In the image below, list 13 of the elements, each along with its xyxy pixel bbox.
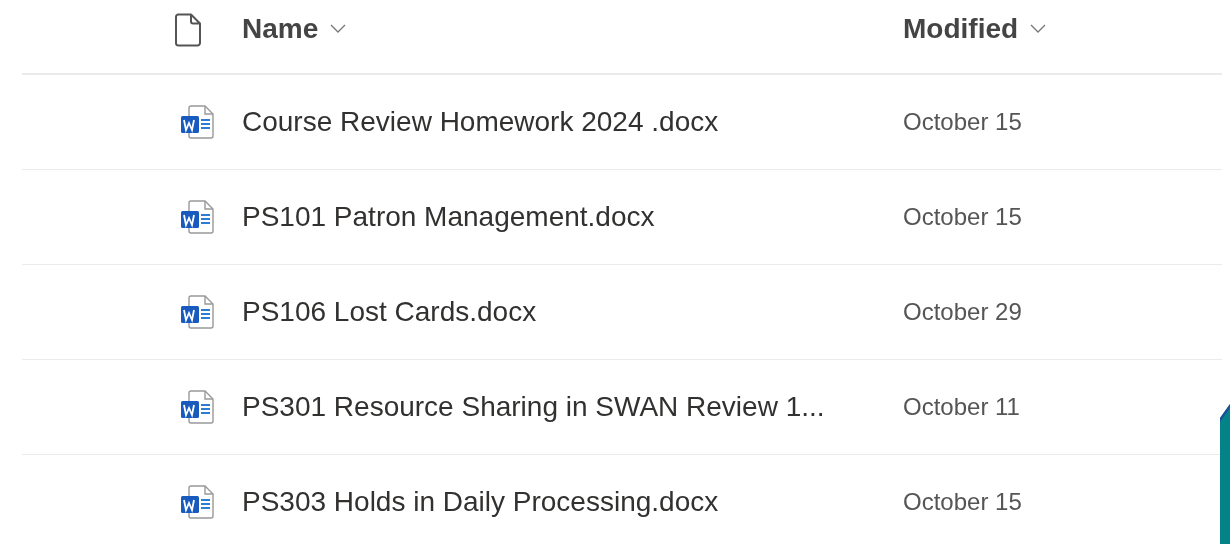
modified-date: October 15 — [903, 108, 1022, 136]
column-header[interactable]: Name — [242, 12, 347, 45]
file-name-link[interactable]: Course Review Homework 2024 .docx — [242, 106, 719, 138]
modified-date: October 29 — [903, 298, 1022, 326]
file-name-link[interactable]: PS106 Lost Cards.docx — [242, 296, 537, 328]
file-name-link[interactable]: PS303 Holds in Daily Processing.docx — [242, 486, 719, 518]
modified-date: October 15 — [903, 488, 1022, 516]
file-name-link[interactable]: PS101 Patron Management.docx — [242, 201, 655, 233]
modified-date: October 15 — [903, 203, 1022, 231]
file-type-icon — [174, 12, 202, 47]
column-header[interactable]: Modified — [903, 12, 1047, 45]
file-name-link[interactable]: PS301 Resource Sharing in SWAN Review 1... — [242, 391, 825, 423]
modified-date: October 11 — [903, 393, 1020, 421]
